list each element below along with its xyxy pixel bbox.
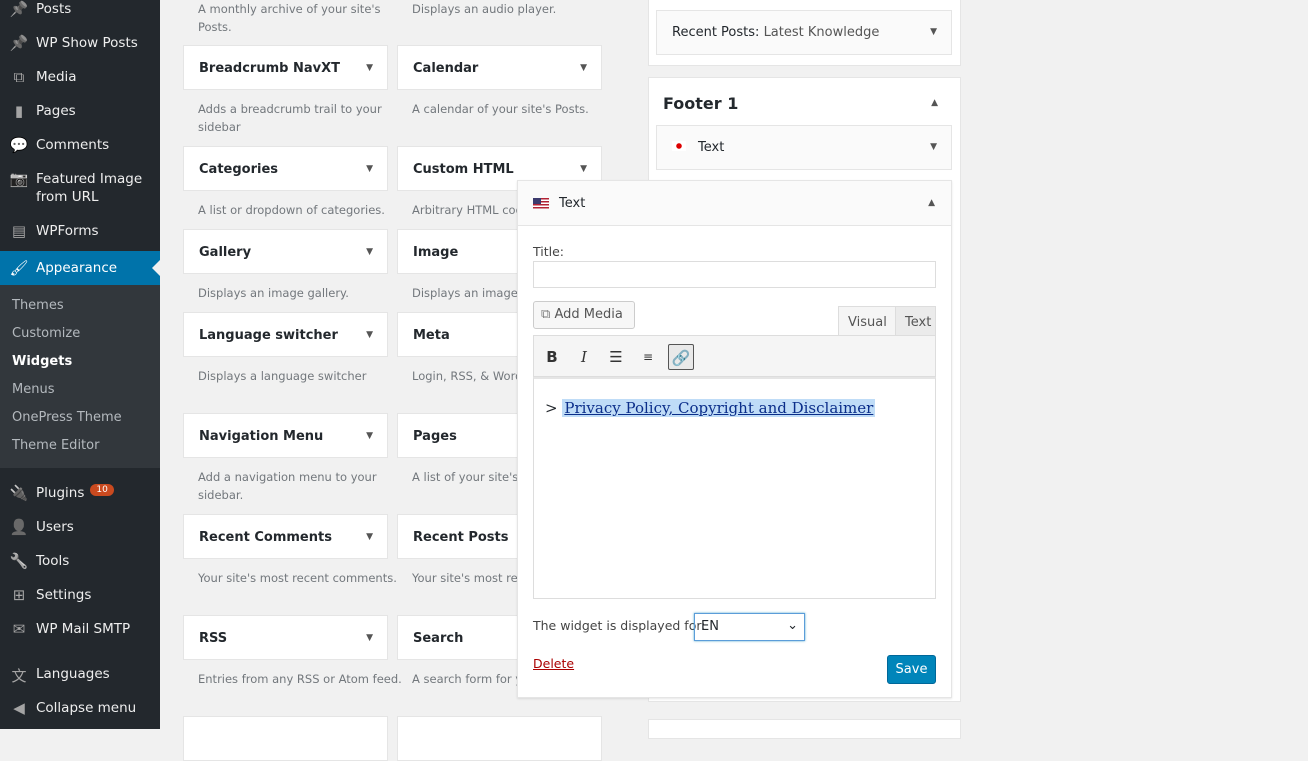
update-count-badge: 10: [90, 484, 114, 496]
form-icon: ▤: [11, 222, 27, 240]
sidebar-item-wp-mail-smtp[interactable]: ✉ WP Mail SMTP: [0, 620, 160, 638]
available-widget[interactable]: Recent Comments ▼: [183, 514, 388, 559]
submenu-menus[interactable]: Menus: [12, 382, 54, 397]
paintbrush-icon: 🖌: [9, 259, 29, 277]
available-widget[interactable]: [397, 716, 602, 761]
sidebar-item-pages[interactable]: ▮ Pages: [0, 102, 160, 120]
save-button[interactable]: Save: [887, 655, 936, 684]
available-widget[interactable]: Categories ▼: [183, 146, 388, 191]
chevron-down-icon[interactable]: ▼: [366, 63, 373, 73]
chevron-down-icon[interactable]: ▼: [366, 330, 373, 340]
widget-description: A calendar of your site's Posts.: [412, 102, 589, 116]
widget-description: Displays an audio player.: [412, 2, 557, 16]
sidebar-item-appearance[interactable]: 🖌 Appearance: [0, 251, 160, 285]
sidebar-item-tools[interactable]: 🔧 Tools: [0, 552, 160, 570]
sidebar-item-collapse-menu[interactable]: ◀ Collapse menu: [0, 699, 160, 717]
available-widget[interactable]: [183, 716, 388, 761]
submenu-themes[interactable]: Themes: [12, 298, 64, 313]
submenu-customize[interactable]: Customize: [12, 326, 80, 341]
admin-sidebar: 📌 Posts 📌 WP Show Posts ⧉ Media ▮ Pages 💬 Comment…: [0, 0, 160, 729]
add-media-button[interactable]: ⧉ Add Media: [533, 301, 635, 329]
text-widget-editor: Text ▲ Title: ⧉ Add Media Visual Text B I…: [517, 180, 952, 698]
bold-icon[interactable]: B: [539, 344, 565, 370]
widget-description: Entries from any RSS or Atom feed.: [198, 672, 402, 686]
chevron-down-icon: ⌄: [787, 618, 798, 633]
title-input[interactable]: [533, 261, 936, 288]
widget-description: A list or dropdown of categories.: [198, 203, 385, 217]
editor-content[interactable]: > Privacy Policy, Copyright and Disclaim…: [533, 377, 936, 599]
sidebar-item-languages[interactable]: 文 Languages: [0, 665, 160, 686]
available-widget[interactable]: Calendar ▼: [397, 45, 602, 90]
media-icon: ⧉: [13, 68, 25, 86]
submenu-widgets[interactable]: Widgets: [12, 354, 72, 369]
chevron-down-icon[interactable]: ▼: [366, 247, 373, 257]
sidebar-item-wp-show-posts[interactable]: 📌 WP Show Posts: [0, 34, 160, 52]
submenu-onepress-theme[interactable]: OnePress Theme: [12, 410, 122, 425]
sidebar-item-posts[interactable]: 📌 Posts: [0, 0, 160, 18]
collapse-icon: ◀: [13, 699, 25, 717]
link-icon[interactable]: 🔗: [668, 344, 694, 370]
appearance-submenu: Themes Customize Widgets Menus OnePress Them…: [0, 285, 160, 468]
widget-description: A monthly archive of your site's Posts.: [198, 2, 381, 34]
available-widget[interactable]: Language switcher ▼: [183, 312, 388, 357]
available-widget[interactable]: Gallery ▼: [183, 229, 388, 274]
sidebar-item-featured-image-from-url[interactable]: 📷 Featured Image from URL: [0, 170, 160, 206]
wrench-icon: 🔧: [9, 552, 29, 570]
translate-icon: 文: [11, 667, 27, 685]
user-icon: 👤: [9, 518, 29, 536]
chevron-down-icon[interactable]: ▼: [366, 532, 373, 542]
chevron-down-icon[interactable]: ▼: [580, 164, 587, 174]
sidebar-item-wpforms[interactable]: ▤ WPForms: [0, 222, 160, 240]
available-widget[interactable]: Breadcrumb NavXT ▼: [183, 45, 388, 90]
mail-icon: ✉: [12, 620, 26, 638]
chevron-down-icon[interactable]: ▼: [580, 63, 587, 73]
sidebar-item-media[interactable]: ⧉ Media: [0, 68, 160, 86]
camera-icon: 📷: [9, 170, 29, 188]
delete-link[interactable]: Delete: [533, 656, 574, 671]
footer-1-title: Footer 1: [663, 94, 739, 113]
us-flag-icon: [533, 197, 549, 209]
sidebar-item-comments[interactable]: 💬 Comments: [0, 136, 160, 154]
tab-visual[interactable]: Visual: [838, 306, 897, 336]
pages-icon: ▮: [14, 102, 24, 120]
chevron-down-icon[interactable]: ▼: [366, 633, 373, 643]
sidebar-item-users[interactable]: 👤 Users: [0, 518, 160, 536]
title-label: Title:: [533, 244, 564, 259]
sidebar-item-plugins[interactable]: 🔌 Plugins 10: [0, 484, 160, 502]
pin-icon: 📌: [9, 34, 29, 52]
settings-icon: ⊞: [12, 586, 26, 604]
comment-icon: 💬: [9, 136, 29, 154]
chevron-up-icon[interactable]: ▲: [928, 198, 935, 208]
widget-description: Your site's most recent comments.: [198, 571, 397, 585]
pin-icon: 📌: [9, 0, 29, 18]
available-widget[interactable]: Navigation Menu ▼: [183, 413, 388, 458]
bulleted-list-icon[interactable]: ☰: [603, 344, 629, 370]
plugin-icon: 🔌: [9, 484, 29, 502]
widget-description: Adds a breadcrumb trail to your sidebar: [198, 102, 382, 134]
chevron-down-icon[interactable]: ▼: [366, 431, 373, 441]
sidebar-item-settings[interactable]: ⊞ Settings: [0, 586, 160, 604]
chevron-down-icon[interactable]: ▼: [366, 164, 373, 174]
chevron-down-icon[interactable]: ▼: [930, 142, 937, 152]
privacy-policy-link[interactable]: Privacy Policy, Copyright and Disclaimer: [562, 399, 876, 417]
chevron-down-icon[interactable]: ▼: [930, 27, 937, 37]
flag-icon: [672, 141, 686, 151]
submenu-theme-editor[interactable]: Theme Editor: [12, 438, 99, 453]
media-icon: ⧉: [541, 307, 551, 322]
next-area: [648, 719, 961, 739]
tab-text[interactable]: Text: [895, 306, 936, 336]
widget-description: Add a navigation menu to your sidebar.: [198, 470, 377, 502]
chevron-up-icon[interactable]: ▲: [931, 98, 938, 108]
widget-text-jp[interactable]: Text ▼: [656, 125, 952, 170]
editor-toolbar: B I ☰ ≡ 🔗: [533, 335, 936, 377]
italic-icon[interactable]: I: [571, 344, 597, 370]
widget-description: Displays an image gallery.: [198, 286, 349, 300]
available-widget[interactable]: RSS ▼: [183, 615, 388, 660]
numbered-list-icon[interactable]: ≡: [635, 344, 661, 370]
displayed-for-label: The widget is displayed for:: [533, 618, 706, 633]
language-select[interactable]: EN ⌄: [694, 613, 805, 641]
widget-description: Displays a language switcher: [198, 369, 367, 383]
widget-recent-posts[interactable]: Recent Posts: Latest Knowledge ▼: [656, 10, 952, 55]
